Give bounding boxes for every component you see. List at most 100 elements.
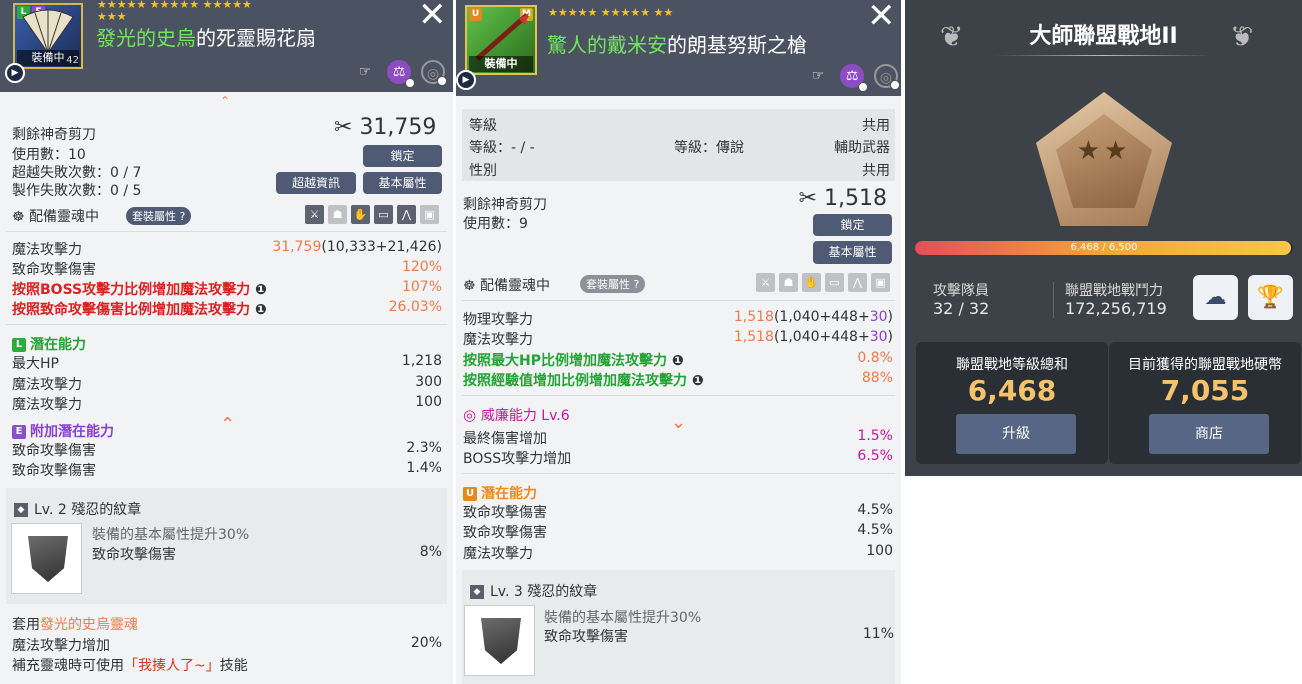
- gender-value: 共用: [862, 163, 890, 179]
- weapon-slot-icon: ⚔: [305, 205, 324, 224]
- exceed-info-button[interactable]: 超越資訊: [276, 172, 356, 194]
- members-value: 32 / 32: [933, 299, 990, 318]
- chevron-down-icon[interactable]: ⌄: [671, 412, 686, 433]
- power-label: 聯盟戰地戰鬥力: [1065, 283, 1163, 299]
- potential-value: 4.5%: [857, 502, 893, 518]
- close-icon[interactable]: ✕: [867, 0, 896, 33]
- item-panel-spear: U M 裝備中 ▶ ★★★★★ ★★★★★ ★★ 驚人的戴米安的朗基努斯之槍 ✕…: [456, 0, 901, 684]
- base-attr-button[interactable]: 基本屬性: [813, 241, 892, 264]
- set-attr-pill[interactable]: 套裝屬性 ?: [126, 207, 192, 225]
- potential-value: 100: [866, 543, 893, 559]
- info-icon[interactable]: ❶: [255, 302, 267, 318]
- scissors-count: 1,518: [824, 186, 887, 211]
- compare-scale-icon[interactable]: ⚖: [387, 60, 415, 88]
- potential-value: 1,218: [401, 353, 442, 369]
- union-character-button[interactable]: ☁: [1193, 275, 1238, 320]
- info-icon[interactable]: ❶: [672, 353, 684, 369]
- divider: [6, 324, 447, 325]
- equipped-tag: 裝備中: [469, 56, 533, 72]
- potential-value: 100: [415, 394, 442, 410]
- potential-line: 魔法攻擊力: [463, 546, 533, 562]
- divider: [1053, 282, 1054, 318]
- glove-slot-icon: ✋: [802, 273, 821, 292]
- laurel-right-icon: ❦: [1230, 20, 1254, 53]
- emblem-title: ◆ Lv. 2 殘忍的紋章: [14, 499, 141, 519]
- potential-line: 致命攻擊傷害: [463, 525, 547, 541]
- pants-slot-icon: ⋀: [848, 273, 867, 292]
- power-title: ◎ 威廉能力 Lv.6: [463, 406, 570, 424]
- settings-badge-icon[interactable]: ◎: [421, 60, 447, 86]
- scissors-icon: ✂: [798, 186, 825, 211]
- play-icon[interactable]: ▶: [456, 70, 476, 90]
- stat-value: 31,759(10,333+21,426): [272, 239, 442, 255]
- potential-line: 魔法攻擊力: [12, 377, 82, 393]
- stat-label: 致命攻擊傷害: [12, 262, 96, 278]
- item-title-prefix: 發光的史烏: [96, 26, 196, 50]
- emblem-desc: 裝備的基本屬性提升30%: [544, 610, 702, 626]
- share-hand-icon[interactable]: ☞: [806, 64, 830, 88]
- union-xp-text: 6,468 / 6,500: [1070, 242, 1138, 253]
- soul-skill-name: 「我揍人了~」: [124, 658, 220, 674]
- power-line: 最終傷害增加: [463, 431, 547, 447]
- soul-label: 配備靈魂中: [480, 278, 551, 294]
- set-attr-pill[interactable]: 套裝屬性 ?: [580, 275, 646, 293]
- union-panel: ❦ ❦ 大師聯盟戰地II ★★ 6,468 / 6,500 攻擊隊員 32 / …: [905, 0, 1302, 476]
- power-value: 6.5%: [857, 448, 893, 464]
- item-title-name: 的死靈賜花扇: [196, 26, 316, 50]
- info-icon[interactable]: ❶: [255, 282, 267, 298]
- power-value: 1.5%: [857, 428, 893, 444]
- glove-slot-icon: ✋: [351, 205, 370, 224]
- stat-value: 88%: [861, 370, 893, 386]
- stat-value: 26.03%: [388, 299, 442, 315]
- soul-equipped-row: ☸ 配備靈魂中: [463, 275, 550, 295]
- stat-label: 按照致命攻擊傷害比例增加魔法攻擊力 ❶: [12, 302, 267, 318]
- stat-value: 0.8%: [857, 350, 893, 366]
- info-icon[interactable]: ❶: [692, 373, 704, 389]
- stat-label: 按照經驗值增加比例增加魔法攻擊力 ❶: [463, 373, 704, 389]
- item-panel-fan: L E 裝備中 42 ▶ ★★★★★ ★★★★★ ★★★★★ ★★★ 發光的史烏…: [0, 0, 453, 684]
- trophy-button[interactable]: 🏆: [1248, 275, 1293, 320]
- set-gear-icons: ⚔ ☗ ✋ ▭ ⋀ ▣: [756, 273, 890, 292]
- emblem-badge-icon: ◆: [470, 585, 484, 599]
- emblem-section: ◆ Lv. 2 殘忍的紋章 裝備的基本屬性提升30% 致命攻擊傷害 8%: [6, 488, 447, 604]
- emblem-value: 11%: [862, 626, 894, 642]
- scissors-value: ✂ 31,759: [334, 115, 436, 140]
- stat-label: 魔法攻擊力: [463, 332, 533, 348]
- potential-title: L 潛在能力: [12, 334, 86, 354]
- base-attr-button[interactable]: 基本屬性: [363, 172, 442, 194]
- lock-button[interactable]: 鎖定: [363, 145, 442, 167]
- scissors-label: 剩餘神奇剪刀: [463, 197, 547, 213]
- shop-button[interactable]: 商店: [1149, 414, 1269, 454]
- lock-button[interactable]: 鎖定: [813, 214, 892, 236]
- item-title-name: 的朗基努斯之槍: [667, 33, 807, 57]
- divider: [462, 300, 895, 301]
- stat-breakdown: (10,333+21,426): [321, 239, 442, 255]
- union-rank-medal-icon: ★★: [1036, 92, 1172, 226]
- upgrade-button[interactable]: 升級: [956, 414, 1076, 454]
- coins-value: 7,055: [1160, 374, 1250, 407]
- compare-scale-icon[interactable]: ⚖: [840, 64, 868, 92]
- soul-icon: ☸: [12, 209, 30, 225]
- share-hand-icon[interactable]: ☞: [353, 60, 377, 84]
- pants-slot-icon: ⋀: [397, 205, 416, 224]
- settings-badge-icon[interactable]: ◎: [874, 64, 900, 90]
- soul-name: 發光的史烏靈魂: [40, 617, 138, 633]
- shoes-slot-icon: ▣: [420, 205, 439, 224]
- close-icon[interactable]: ✕: [418, 0, 447, 32]
- emblem-stat: 致命攻擊傷害: [544, 629, 628, 645]
- stat-label: 按照BOSS攻擊力比例增加魔法攻擊力 ❶: [12, 282, 267, 298]
- scroll-up-chevron-icon[interactable]: ⌃: [220, 94, 230, 108]
- chevron-up-icon[interactable]: ⌃: [220, 414, 235, 435]
- add-potential-title: E 附加潛在能力: [12, 421, 114, 441]
- belt-slot-icon: ▭: [374, 205, 393, 224]
- play-icon[interactable]: ▶: [5, 63, 25, 83]
- header-actions: ☞ ⚖ ◎: [806, 64, 900, 92]
- stat-value: 107%: [401, 279, 442, 295]
- potential-title: U 潛在能力: [463, 483, 537, 503]
- power-line: BOSS攻擊力增加: [463, 451, 572, 467]
- gender-label: 性別: [469, 163, 497, 179]
- item-header: L E 裝備中 42 ▶ ★★★★★ ★★★★★ ★★★★★ ★★★ 發光的史烏…: [0, 0, 453, 92]
- scissors-icon: ✂: [334, 115, 360, 140]
- set-gear-icons: ⚔ ☗ ✋ ▭ ⋀ ▣: [305, 205, 439, 224]
- scissors-label: 剩餘神奇剪刀: [12, 127, 96, 143]
